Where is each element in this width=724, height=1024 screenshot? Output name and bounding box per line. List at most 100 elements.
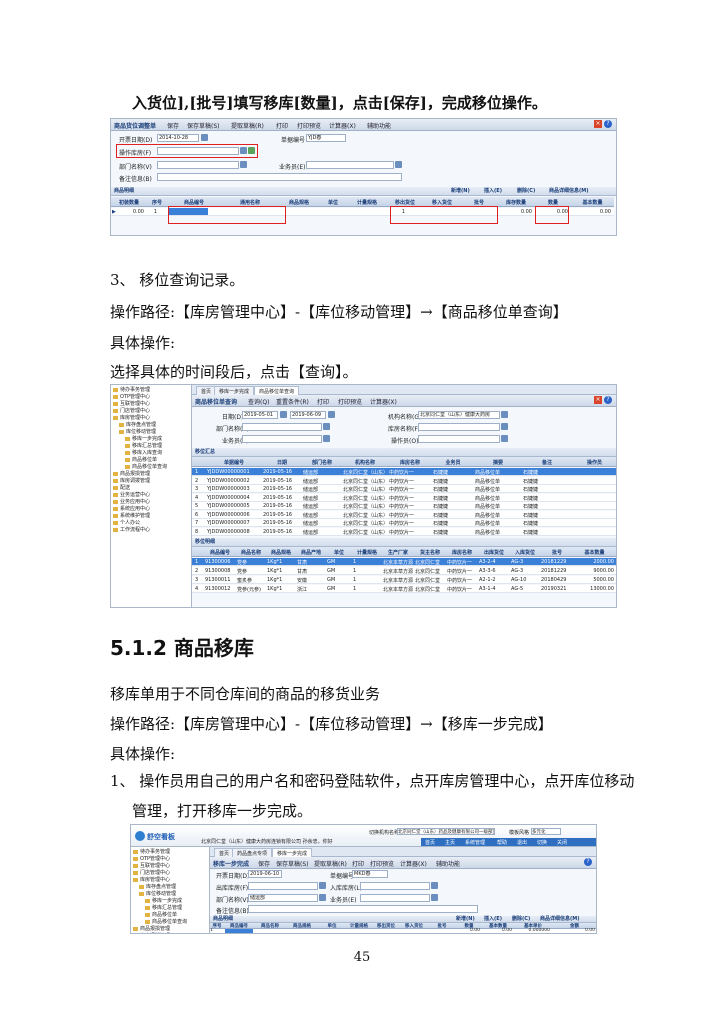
- top-nav-item[interactable]: 系统管理: [465, 839, 485, 846]
- open-date-input[interactable]: 2019-06-10: [248, 870, 282, 878]
- lookup-icon[interactable]: [323, 423, 330, 430]
- staff-input[interactable]: [306, 161, 394, 169]
- staff-input[interactable]: [360, 894, 430, 902]
- dept-input[interactable]: [242, 423, 322, 431]
- tree-item[interactable]: 商品移位单: [113, 457, 189, 464]
- calculator-button[interactable]: 计算器(X): [329, 121, 356, 130]
- tree-item[interactable]: 库位移动管理: [133, 891, 207, 898]
- tree-item[interactable]: 库房管理中心: [113, 415, 189, 422]
- load-draft-button[interactable]: 提取草稿(R): [314, 859, 347, 868]
- close-icon[interactable]: ×: [594, 396, 602, 404]
- save-button[interactable]: 保存: [258, 859, 270, 868]
- tree-item[interactable]: 工作流程中心: [113, 527, 189, 534]
- add-row-button[interactable]: 新增(N): [456, 916, 475, 923]
- in-warehouse-input[interactable]: [360, 882, 430, 890]
- dept-input[interactable]: 储运部: [248, 894, 318, 902]
- insert-row-button[interactable]: 插入(E): [484, 916, 502, 923]
- open-date-input[interactable]: 2014-10-28: [157, 134, 199, 142]
- delete-row-button[interactable]: 删除(C): [512, 916, 530, 923]
- tree-item[interactable]: 库房调拨管理: [113, 478, 189, 485]
- print-preview-button[interactable]: 打印预览: [297, 121, 321, 130]
- tree-item[interactable]: 配送: [113, 485, 189, 492]
- calendar-icon[interactable]: [280, 411, 287, 418]
- doc-no-input[interactable]: MKD春: [352, 870, 388, 878]
- help-icon[interactable]: ?: [604, 396, 612, 404]
- print-preview-button[interactable]: 打印预览: [370, 859, 394, 868]
- delete-row-button[interactable]: 删除(C): [517, 187, 535, 196]
- top-nav-item[interactable]: 关闭: [557, 839, 567, 846]
- tree-item[interactable]: 系统维护管理: [113, 513, 189, 520]
- tree-item[interactable]: 移库汇总管理: [113, 443, 189, 450]
- dept-input[interactable]: [157, 161, 239, 169]
- top-nav-item[interactable]: 退出: [517, 839, 527, 846]
- tab-move-onestep[interactable]: 移库一步完成: [214, 386, 255, 395]
- table-row[interactable]: 1 91300006 党参 1Kg*1 甘肃 GM 1 北京本草方源 北京同仁堂 中药饮片一 A3-…: [192, 558, 616, 566]
- lookup-icon[interactable]: [501, 435, 508, 442]
- lookup-icon[interactable]: [501, 423, 508, 430]
- lookup-icon[interactable]: [319, 894, 326, 901]
- tree-item[interactable]: 库存盘点管理: [113, 422, 189, 429]
- tree-item[interactable]: 待办事务管理: [133, 849, 207, 856]
- tree-item[interactable]: OTP管理中心: [133, 856, 207, 863]
- table-row[interactable]: 1 0.00 0.00 0.000000 0.00: [210, 928, 596, 933]
- top-nav-item[interactable]: 首页: [425, 839, 435, 846]
- tree-item[interactable]: 门店管理中心: [113, 408, 189, 415]
- table-row[interactable]: 2 91300008 党参 1Kg*1 甘肃 GM 1 北京本草方源 北京同仁堂 中药饮片一 A3-…: [192, 567, 616, 575]
- style-select[interactable]: 多元化: [531, 828, 561, 835]
- reset-button[interactable]: 重置条件(R): [276, 397, 309, 406]
- tree-item[interactable]: 门店管理中心: [133, 870, 207, 877]
- tree-item[interactable]: 互联管理中心: [133, 863, 207, 870]
- table-row[interactable]: 5 YJDDW00000005 2019-05-16 储运部 北京同仁堂（山东） 中药饮片…: [192, 502, 616, 510]
- top-nav-item[interactable]: 切换: [537, 839, 547, 846]
- table-row[interactable]: 3 91300011 蜜炙参 1Kg*1 安徽 GM 1 北京本草方源 北京同仁堂 中药饮片一 A2…: [192, 576, 616, 584]
- tree-item[interactable]: 移库入库查询: [113, 450, 189, 457]
- tree-item[interactable]: 个人办公: [113, 520, 189, 527]
- tree-item[interactable]: 移库汇总管理: [133, 905, 207, 912]
- tab-move-onestep[interactable]: 移库一步完成: [272, 848, 313, 857]
- query-button[interactable]: 查询(Q): [248, 397, 269, 406]
- item-info-button[interactable]: 商品详细信息(M): [540, 916, 580, 923]
- help-icon[interactable]: ?: [584, 858, 592, 866]
- tab-move-query[interactable]: 商品移位单查询: [254, 386, 300, 395]
- warehouse-input[interactable]: [418, 423, 500, 431]
- org-switch-select[interactable]: 北京同仁堂（山东）药品及健康有限公司一级部室: [397, 828, 495, 835]
- remark-input[interactable]: [248, 905, 478, 913]
- close-icon[interactable]: ×: [594, 120, 602, 128]
- table-row[interactable]: 4 YJDDW00000004 2019-05-16 储运部 北京同仁堂（山东） 中药饮片…: [192, 493, 616, 502]
- out-warehouse-input[interactable]: [248, 882, 318, 890]
- operator-input[interactable]: [418, 435, 500, 443]
- date-to-input[interactable]: 2019-06-09: [290, 411, 326, 419]
- calendar-icon[interactable]: [201, 134, 208, 141]
- assist-button[interactable]: 辅助功能: [367, 121, 391, 130]
- lookup-icon[interactable]: [323, 435, 330, 442]
- load-draft-button[interactable]: 提取草稿(R): [231, 121, 264, 130]
- lookup-icon[interactable]: [431, 894, 438, 901]
- save-draft-button[interactable]: 保存草稿(S): [276, 859, 309, 868]
- tree-item[interactable]: 系统应用中心: [113, 506, 189, 513]
- tree-item[interactable]: 商品移位单查询: [133, 919, 207, 926]
- lookup-icon[interactable]: [319, 882, 326, 889]
- item-code-cell[interactable]: [225, 929, 253, 933]
- tree-item[interactable]: 库位移动管理: [113, 429, 189, 436]
- help-icon[interactable]: ?: [604, 120, 612, 128]
- tree-item[interactable]: 待办事务管理: [113, 387, 189, 394]
- calculator-button[interactable]: 计算器(X): [370, 397, 397, 406]
- table-row[interactable]: 6 YJDDW00000006 2019-05-16 储运部 北京同仁堂（山东） 中药饮片…: [192, 510, 616, 519]
- item-info-button[interactable]: 商品详细信息(M): [549, 187, 589, 196]
- tree-item[interactable]: 库房调拨管理: [133, 933, 207, 934]
- tree-item[interactable]: 业务运营中心: [113, 492, 189, 499]
- tree-item[interactable]: 商品移位单: [133, 912, 207, 919]
- print-button[interactable]: 打印: [317, 397, 329, 406]
- staff-input[interactable]: [242, 435, 322, 443]
- tab-home[interactable]: 首页: [196, 386, 217, 395]
- tab-home[interactable]: 首页: [214, 848, 235, 857]
- tree-item[interactable]: 商品报损管理: [113, 471, 189, 478]
- save-button[interactable]: 保存: [167, 121, 179, 130]
- tree-item[interactable]: 移库一步完成: [133, 898, 207, 905]
- doc-no-input[interactable]: YJD春: [306, 134, 346, 142]
- lookup-icon[interactable]: [395, 161, 402, 168]
- calendar-icon[interactable]: [328, 411, 335, 418]
- lookup-icon[interactable]: [431, 882, 438, 889]
- print-button[interactable]: 打印: [352, 859, 364, 868]
- lookup-icon[interactable]: [501, 411, 508, 418]
